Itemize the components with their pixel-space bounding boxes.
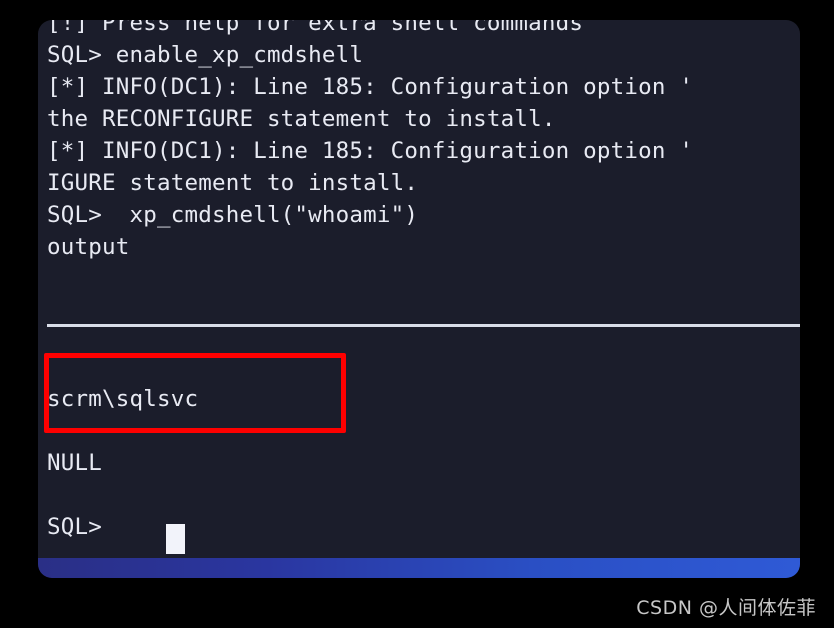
- terminal-line-info-reconfigure-continuation-2: IGURE statement to install.: [47, 170, 419, 196]
- terminal-footer-bar: [38, 558, 800, 578]
- terminal-line-info-reconfigure-continuation-1: the RECONFIGURE statement to install.: [47, 106, 556, 132]
- terminal-line-result-whoami-value: scrm\sqlsvc: [47, 386, 199, 412]
- terminal-output-area[interactable]: [!] Press help for extra shell commands …: [38, 20, 800, 558]
- csdn-watermark: CSDN @人间体佐菲: [636, 597, 816, 619]
- terminal-line-prompt-enable-xp-cmdshell: SQL> enable_xp_cmdshell: [47, 42, 364, 68]
- terminal-line-prompt-empty: SQL>: [47, 514, 116, 540]
- terminal-line-info-configuration-option-2: [*] INFO(DC1): Line 185: Configuration o…: [47, 138, 694, 164]
- terminal-line-prompt-xp-cmdshell-whoami: SQL> xp_cmdshell("whoami"): [47, 202, 419, 228]
- output-column-separator: [47, 324, 800, 327]
- terminal-line-output-column-header: output: [47, 234, 130, 260]
- terminal-window[interactable]: [!] Press help for extra shell commands …: [38, 20, 800, 578]
- terminal-line-info-configuration-option-1: [*] INFO(DC1): Line 185: Configuration o…: [47, 74, 694, 100]
- terminal-line-result-null: NULL: [47, 450, 102, 476]
- terminal-line-hint-help: [!] Press help for extra shell commands: [47, 20, 584, 36]
- block-cursor: [166, 524, 185, 554]
